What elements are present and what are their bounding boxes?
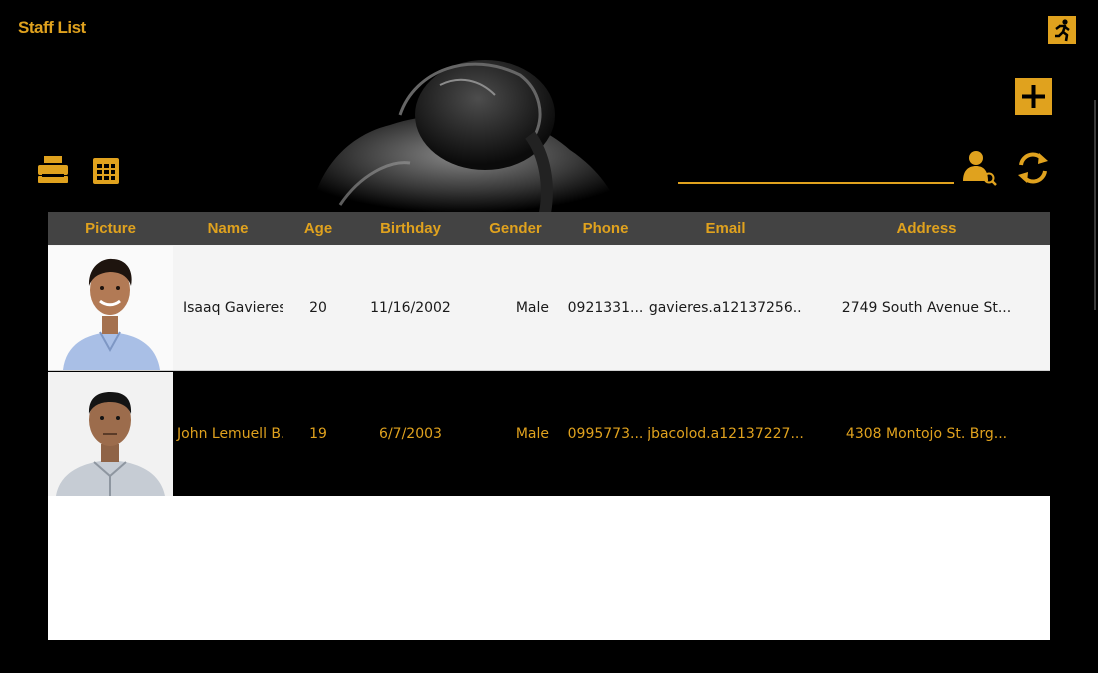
email-cell[interactable]: jbacolod.a12137227... — [648, 371, 803, 496]
user-search-button[interactable] — [960, 148, 1000, 188]
exit-run-icon — [1048, 16, 1076, 44]
column-header-name[interactable]: Name — [173, 212, 283, 245]
add-staff-button[interactable] — [1015, 78, 1052, 115]
address-cell[interactable]: 4308 Montojo St. Brg... — [803, 371, 1050, 496]
column-header-picture[interactable]: Picture — [48, 212, 173, 245]
column-header-age[interactable]: Age — [283, 212, 353, 245]
picture-cell[interactable] — [48, 245, 173, 370]
email-cell[interactable]: igavieres.a12137256... — [648, 245, 803, 370]
name-cell[interactable]: John Lemuell B... — [173, 371, 283, 496]
staff-table: Picture Name Age Birthday Gender Phone E… — [48, 212, 1050, 640]
phone-cell[interactable]: 0921331... — [563, 245, 648, 370]
window-title: Staff List — [18, 18, 86, 37]
column-header-email[interactable]: Email — [648, 212, 803, 245]
age-cell[interactable]: 19 — [283, 371, 353, 496]
table-row[interactable]: John Lemuell B... 19 6/7/2003 Male 09957… — [48, 371, 1050, 496]
hero-image — [300, 55, 640, 215]
age-cell[interactable]: 20 — [283, 245, 353, 370]
exit-button[interactable] — [1048, 16, 1076, 44]
staff-photo — [48, 245, 173, 370]
user-search-icon — [963, 151, 997, 186]
name-cell[interactable]: Isaaq Gavieres — [173, 245, 283, 370]
print-button[interactable] — [36, 154, 70, 186]
column-header-birthday[interactable]: Birthday — [353, 212, 468, 245]
gender-cell[interactable]: Male — [468, 245, 563, 370]
column-header-gender[interactable]: Gender — [468, 212, 563, 245]
birthday-cell[interactable]: 11/16/2002 — [353, 245, 468, 370]
table-header: Picture Name Age Birthday Gender Phone E… — [48, 212, 1050, 245]
refresh-icon — [1018, 152, 1048, 184]
phone-cell[interactable]: 0995773... — [563, 371, 648, 496]
spreadsheet-icon — [93, 158, 119, 184]
printer-icon — [38, 156, 68, 183]
search-underline — [678, 182, 954, 184]
window-scrollbar[interactable] — [1094, 100, 1096, 310]
plus-icon — [1022, 85, 1045, 108]
export-button[interactable] — [92, 157, 120, 185]
picture-cell[interactable] — [48, 371, 173, 496]
table-row[interactable]: Isaaq Gavieres 20 11/16/2002 Male 092133… — [48, 245, 1050, 371]
gender-cell[interactable]: Male — [468, 371, 563, 496]
address-cell[interactable]: 2749 South Avenue St... — [803, 245, 1050, 370]
column-header-address[interactable]: Address — [803, 212, 1050, 245]
column-header-phone[interactable]: Phone — [563, 212, 648, 245]
refresh-button[interactable] — [1015, 150, 1051, 186]
search-input[interactable] — [678, 155, 958, 183]
staff-photo — [48, 371, 173, 496]
birthday-cell[interactable]: 6/7/2003 — [353, 371, 468, 496]
